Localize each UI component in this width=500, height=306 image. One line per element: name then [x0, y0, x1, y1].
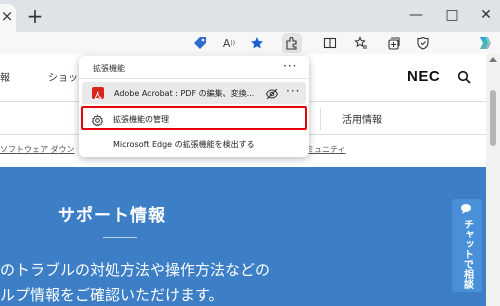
extension-more-options-icon[interactable]: ··· — [286, 84, 300, 98]
software-download-link[interactable]: ソフトウェア ダウン — [0, 144, 75, 155]
hide-from-toolbar-icon[interactable] — [265, 86, 279, 105]
hero-divider — [103, 237, 137, 238]
popup-more-options-icon[interactable]: ··· — [283, 59, 297, 73]
chat-bubble-icon — [461, 204, 471, 214]
minimize-button[interactable]: — — [402, 4, 430, 26]
popup-title: 拡張機能 — [93, 64, 125, 73]
browser-essentials-icon[interactable] — [413, 33, 433, 53]
scroll-thumb[interactable] — [490, 90, 496, 146]
popup-divider — [79, 78, 309, 79]
nec-logo[interactable]: NEC — [407, 68, 440, 85]
favorite-star-icon[interactable] — [247, 33, 267, 53]
menu-separator — [320, 108, 321, 130]
extension-item-adobe-acrobat[interactable]: Adobe Acrobat : PDF の編集、変換... ··· — [82, 82, 306, 104]
close-window-button[interactable]: ✕ — [472, 4, 500, 26]
extensions-icon[interactable] — [282, 33, 302, 53]
search-icon[interactable] — [457, 69, 471, 88]
new-tab-button[interactable]: + — [24, 5, 46, 27]
tab-strip: × + — □ ✕ — [0, 0, 500, 32]
manage-extensions-label: 拡張機能の管理 — [113, 115, 169, 124]
close-tab-icon[interactable]: × — [0, 6, 14, 26]
nav-item-info[interactable]: 報 — [0, 69, 10, 84]
collections-icon[interactable] — [384, 33, 404, 53]
read-aloud-icon[interactable]: A)) — [219, 33, 239, 53]
extensions-popup: 拡張機能 ··· Adobe Acrobat : PDF の編集、変換... ·… — [79, 56, 309, 157]
community-link[interactable]: ミュニティ — [306, 144, 346, 155]
gear-icon — [91, 112, 104, 131]
extension-name: Adobe Acrobat : PDF の編集、変換... — [114, 89, 255, 98]
hero-text-line-1: のトラブルの対処方法や操作方法などの — [0, 261, 271, 279]
favorites-icon[interactable] — [351, 33, 371, 53]
browser-toolbar: A)) — [0, 32, 500, 54]
copilot-icon[interactable] — [474, 33, 494, 53]
adobe-acrobat-icon — [92, 87, 104, 100]
chat-label: チャットで相談 — [461, 219, 473, 289]
scroll-up-icon[interactable] — [489, 57, 497, 62]
chat-consult-button[interactable]: チャットで相談 — [452, 199, 482, 292]
manage-extensions-item[interactable]: 拡張機能の管理 — [81, 106, 307, 130]
menu-item-usage-info[interactable]: 活用情報 — [342, 111, 382, 126]
tag-icon[interactable] — [190, 33, 210, 53]
split-screen-icon[interactable] — [320, 33, 340, 53]
page-scrollbar[interactable] — [486, 54, 500, 306]
hero-title: サポート情報 — [58, 206, 166, 226]
discover-extensions-link[interactable]: Microsoft Edge の拡張機能を検出する — [113, 139, 255, 150]
hero-text-line-2: ルプ情報をご確認いただけます。 — [0, 286, 224, 304]
nav-item-shop[interactable]: ショッ — [48, 69, 78, 84]
hero-banner: サポート情報 のトラブルの対処方法や操作方法などの ルプ情報をご確認いただけます… — [0, 167, 486, 306]
maximize-button[interactable]: □ — [438, 4, 466, 26]
